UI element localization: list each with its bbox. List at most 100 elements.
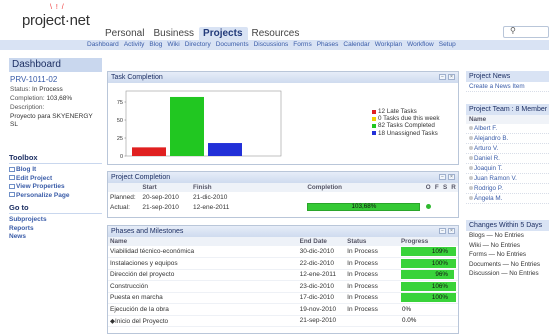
phase-progress-cell: 109% (398, 246, 458, 258)
subnav-workplan[interactable]: Workplan (375, 40, 402, 50)
close-icon[interactable]: × (448, 228, 455, 234)
goto-link-news[interactable]: News (9, 233, 102, 242)
subnav-wiki[interactable]: Wiki (167, 40, 179, 50)
goto-link-reports[interactable]: Reports (9, 225, 102, 234)
status-cell (449, 202, 458, 212)
toolbox-link-personalize-page[interactable]: Personalize Page (9, 192, 102, 201)
col-header: End Date (297, 237, 346, 246)
person-icon (469, 176, 473, 180)
tab-projects[interactable]: Projects (199, 27, 248, 40)
legend-swatch (372, 131, 376, 136)
team-member-link[interactable]: Albert F. (466, 124, 549, 134)
minimize-icon[interactable]: − (439, 174, 446, 180)
phase-progress-text: 0% (401, 305, 412, 313)
subnav-activity[interactable]: Activity (124, 40, 145, 50)
subnav-discussions[interactable]: Discussions (254, 40, 289, 50)
description-text: Proyecto para SKYENERGY SL (10, 113, 93, 128)
logo-text: project·net (22, 12, 90, 29)
change-entry: Documents — No Entries (469, 260, 541, 268)
table-row: Construcción 23-dic-2010 In Process 106% (108, 280, 458, 293)
toolbox-link-edit-project[interactable]: Edit Project (9, 175, 102, 184)
start-date: 20-sep-2010 (142, 193, 179, 201)
team-member-link[interactable]: Arturo V. (466, 144, 549, 154)
logo-rays: \ ! / (50, 4, 65, 11)
subnav-dashboard[interactable]: Dashboard (87, 40, 119, 50)
phase-status (345, 315, 399, 327)
subnav-blog[interactable]: Blog (149, 40, 162, 50)
change-entry: Discussion — No Entries (469, 270, 539, 277)
phase-name-link[interactable]: Ejecución de la obra (108, 303, 298, 316)
phases-panel-header: Phases and Milestones − × (108, 226, 458, 237)
team-member-link[interactable]: Alejandro B. (466, 134, 549, 144)
close-icon[interactable]: × (448, 174, 455, 180)
phase-end-date: 30-dic-2010 (297, 246, 346, 258)
phase-name-link[interactable]: Dirección del proyecto (108, 269, 298, 281)
status-line: Status: In Process (10, 86, 63, 93)
subnav-directory[interactable]: Directory (185, 40, 211, 50)
change-entry: Blogs — No Entries (469, 232, 524, 239)
col-header: R (449, 183, 458, 192)
close-icon[interactable]: × (448, 74, 455, 80)
toolbox: Toolbox Blog It Edit Project View Properti… (9, 153, 102, 242)
completion-value: 103,68% (46, 95, 73, 102)
toolbox-link-label: Blog It (16, 166, 37, 173)
minimize-icon[interactable]: − (439, 228, 446, 234)
phase-name-link[interactable]: Construcción (108, 280, 298, 293)
pc-panel-header: Project Completion − × (108, 172, 458, 183)
phase-end-date: 22-dic-2010 (297, 257, 346, 270)
team-member-link[interactable]: Rodrigo P. (466, 184, 549, 194)
team-member-link[interactable]: Juan Ramon V. (466, 174, 549, 184)
phase-status: In Process (345, 303, 399, 316)
tab-resources[interactable]: Resources (248, 27, 305, 40)
legend-item: 82 Tasks Completed (372, 122, 435, 129)
dashboard-title: Dashboard (9, 58, 102, 72)
phase-end-date: 17-dic-2010 (297, 292, 346, 304)
team-member-link[interactable]: Ángela M. (466, 194, 549, 204)
tab-personal[interactable]: Personal (101, 27, 149, 40)
subnav-workflow[interactable]: Workflow (407, 40, 434, 50)
description-label: Description: (10, 104, 45, 111)
phase-progress-cell: 100% (398, 257, 458, 270)
team-member-name: Joaquin T. (474, 165, 503, 172)
phase-progress-cell: 0.0% (398, 315, 458, 327)
completion-table: Start Finish Completion O F S R Planned: 20-sep… (108, 183, 458, 212)
team-member-link[interactable]: Joaquin T. (466, 164, 549, 174)
legend-swatch (372, 109, 376, 114)
toolbox-link-blog-it[interactable]: Blog It (9, 166, 102, 175)
legend-label: 12 Late Tasks (378, 108, 417, 115)
person-icon (469, 146, 473, 150)
toolbox-link-view-properties[interactable]: View Properties (9, 183, 102, 192)
minimize-icon[interactable]: − (439, 74, 446, 80)
subnav-phases[interactable]: Phases (317, 40, 339, 50)
subnav-forms[interactable]: Forms (293, 40, 311, 50)
changes-title: Changes Within 5 Days (466, 220, 549, 231)
col-header: F (432, 183, 441, 192)
search-input[interactable]: ⚲ (503, 26, 549, 38)
phase-name-link[interactable]: Puesta en marcha (108, 292, 298, 304)
team-member-name: Alejandro B. (474, 135, 509, 142)
magnifier-icon[interactable]: ⚲ (510, 26, 516, 35)
phase-name-link[interactable]: ◆Inicio del Proyecto (108, 315, 298, 327)
subnav-documents[interactable]: Documents (216, 40, 249, 50)
col-header: Name (108, 237, 298, 246)
subnav-setup[interactable]: Setup (439, 40, 456, 50)
legend-label: 0 Tasks due this week (378, 115, 440, 123)
phase-name-link[interactable]: Viabilidad técnico-económica (108, 246, 298, 258)
y-tick-label: 50 (117, 118, 123, 124)
bar-unassigned-tasks (208, 143, 242, 156)
phase-progress-bar: 100% (400, 293, 456, 303)
goto-link-subprojects[interactable]: Subprojects (9, 216, 102, 225)
phase-name-link[interactable]: Instalaciones y equipos (108, 257, 298, 270)
phase-progress-text: 0.0% (401, 317, 417, 325)
tab-business[interactable]: Business (149, 27, 199, 40)
col-header: O (423, 183, 433, 192)
status-cell (441, 192, 449, 202)
table-row: Ejecución de la obra 19-nov-2010 In Proces… (108, 303, 458, 316)
create-news-link[interactable]: Create a News Item (466, 82, 549, 92)
logo[interactable]: \ ! / project·net (22, 4, 90, 29)
phase-progress-bar: 96% (400, 270, 456, 280)
team-member-link[interactable]: Daniel R. (466, 154, 549, 164)
subnav-calendar[interactable]: Calendar (343, 40, 369, 50)
phase-end-date: 12-ene-2011 (297, 269, 346, 281)
col-header (108, 183, 141, 192)
